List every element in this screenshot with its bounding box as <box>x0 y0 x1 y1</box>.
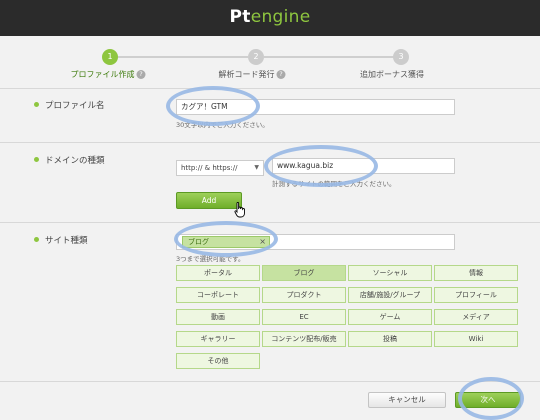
step-1-label: プロファイル作成? <box>71 69 146 80</box>
progress-stepper: 1 2 3 プロファイル作成? 解析コード発行? 追加ボーナス獲得 <box>0 36 540 88</box>
help-icon[interactable]: ? <box>136 70 146 79</box>
add-button[interactable]: Add <box>176 192 242 209</box>
step-2-label: 解析コード発行? <box>219 69 286 80</box>
site-category-option[interactable]: Wiki <box>434 331 518 347</box>
site-category-option[interactable]: プロフィール <box>434 287 518 303</box>
bullet-dot-icon <box>34 157 39 162</box>
step-3-label: 追加ボーナス獲得 <box>360 70 424 79</box>
site-category-option[interactable]: ブログ <box>262 265 346 281</box>
close-icon[interactable]: × <box>259 237 266 247</box>
logo-pt-text: Pt <box>229 7 251 27</box>
site-category-option[interactable]: メディア <box>434 309 518 325</box>
next-button[interactable]: 次へ <box>455 392 521 408</box>
hand-pointer-icon <box>234 202 245 218</box>
site-category-option[interactable]: ポータル <box>176 265 260 281</box>
site-type-hint: 3つまで選択可能です。 <box>176 255 245 263</box>
protocol-select[interactable]: http:// & https://▼ <box>176 160 264 176</box>
ptengine-logo: Ptengine <box>0 7 540 27</box>
domain-type-label: ドメインの種類 <box>34 154 105 166</box>
step-1-circle: 1 <box>102 49 118 65</box>
bullet-dot-icon <box>34 102 39 107</box>
profile-name-input[interactable]: カグア！GTM <box>176 99 455 115</box>
divider <box>0 222 540 223</box>
domain-input[interactable]: www.kagua.biz <box>272 158 455 174</box>
selected-tag-blog: ブログ × <box>182 236 270 248</box>
site-category-option[interactable]: ギャラリー <box>176 331 260 347</box>
site-category-option[interactable]: EC <box>262 309 346 325</box>
domain-hint: 計測するサイトの範囲をご入力ください。 <box>272 180 396 188</box>
step-2-circle: 2 <box>248 49 264 65</box>
site-type-label: サイト種類 <box>34 234 88 246</box>
divider <box>0 381 540 382</box>
chevron-down-icon: ▼ <box>254 164 259 171</box>
top-bar: Ptengine <box>0 0 540 36</box>
cancel-button[interactable]: キャンセル <box>368 392 446 408</box>
site-category-option[interactable]: 店舗/施設/グループ <box>348 287 432 303</box>
site-category-option[interactable]: その他 <box>176 353 260 369</box>
step-connector <box>264 56 394 58</box>
site-category-option[interactable]: 投稿 <box>348 331 432 347</box>
bullet-dot-icon <box>34 237 39 242</box>
profile-name-hint: 30文字以内でご入力ください。 <box>176 121 269 129</box>
help-icon[interactable]: ? <box>276 70 286 79</box>
step-3-circle: 3 <box>393 49 409 65</box>
site-category-option[interactable]: ソーシャル <box>348 265 432 281</box>
site-category-option[interactable]: 情報 <box>434 265 518 281</box>
site-category-option[interactable]: コーポレート <box>176 287 260 303</box>
divider <box>0 142 540 143</box>
divider <box>0 88 540 89</box>
logo-engine-text: engine <box>250 7 311 27</box>
step-connector <box>118 56 248 58</box>
site-category-option[interactable]: 動画 <box>176 309 260 325</box>
site-category-option[interactable]: プロダクト <box>262 287 346 303</box>
site-category-option[interactable]: コンテンツ配布/販売 <box>262 331 346 347</box>
profile-name-label: プロファイル名 <box>34 99 105 111</box>
site-category-option[interactable]: ゲーム <box>348 309 432 325</box>
